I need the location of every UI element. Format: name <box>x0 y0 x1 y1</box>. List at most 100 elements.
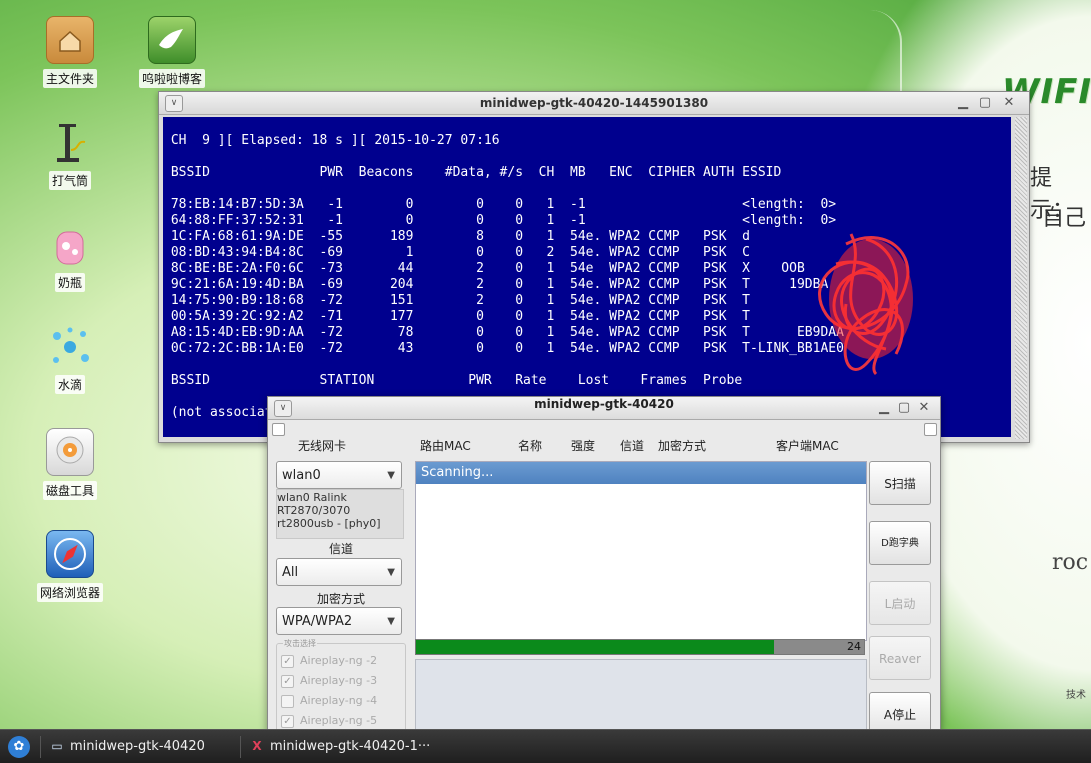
attack-group-title: 攻击选择 <box>283 638 317 649</box>
redaction-scribble <box>818 233 913 376</box>
attack-option[interactable]: ✓ Aireplay-ng -3 <box>281 674 377 688</box>
terminal-scrollbar[interactable] <box>1015 117 1027 439</box>
corner-checkbox-left[interactable] <box>272 423 285 436</box>
progress-value: 24 <box>847 640 861 653</box>
chevron-down-icon: ▼ <box>387 616 395 627</box>
terminal-line: CH 9 ][ Elapsed: 18 s ][ 2015-10-27 07:1… <box>163 133 500 148</box>
launch-button[interactable]: L启动 <box>869 581 931 625</box>
chevron-down-icon: ▼ <box>387 567 395 578</box>
desktop-icon-label: 主文件夹 <box>42 69 97 88</box>
progress-fill <box>416 640 775 654</box>
home-folder-icon <box>46 16 94 64</box>
taskbar-item-label: minidwep-gtk-40420 <box>70 739 205 754</box>
minidwep-window[interactable]: ∨ minidwep-gtk-40420 ▁ ▢ ✕ 无线网卡 路由MAC 名称… <box>267 396 941 734</box>
checkbox-icon[interactable]: ✓ <box>281 714 294 728</box>
adapter-info: wlan0 Ralink RT2870/3070 rt2800usb - [ph… <box>276 489 404 539</box>
checkbox-icon[interactable]: ✓ <box>281 674 294 688</box>
wallpaper-rock-text: roc <box>1052 550 1089 575</box>
adapter-info-line: wlan0 Ralink <box>277 491 347 504</box>
window-menu-icon[interactable]: ∨ <box>165 95 183 112</box>
minimize-icon[interactable]: ▁ <box>955 95 971 110</box>
desktop-icon-label: 水滴 <box>54 375 85 394</box>
attack-option[interactable]: ✓ Aireplay-ng -2 <box>281 654 377 668</box>
taskbar-item[interactable]: X minidwep-gtk-40420-1··· <box>246 734 456 760</box>
minidwep-titlebar[interactable]: ∨ minidwep-gtk-40420 ▁ ▢ ✕ <box>268 397 940 420</box>
desktop-icon-label: 奶瓶 <box>54 273 85 292</box>
checkbox-icon[interactable]: ✓ <box>281 654 294 668</box>
network-list[interactable]: Scanning... <box>415 461 867 641</box>
compass-icon <box>46 530 94 578</box>
header-strength: 强度 <box>571 439 596 453</box>
adapter-select-value: wlan0 <box>282 468 321 483</box>
desktop-icon-water[interactable]: 水滴 <box>30 324 110 394</box>
desktop-icon-label: 磁盘工具 <box>42 481 97 500</box>
terminal-line: BSSID PWR Beacons #Data, #/s CH MB ENC C… <box>163 165 782 180</box>
channel-select[interactable]: All ▼ <box>276 558 402 586</box>
attack-option-label: Aireplay-ng -4 <box>300 694 378 707</box>
attack-option[interactable]: ✓ Aireplay-ng -5 <box>281 714 377 728</box>
header-channel: 信道 <box>620 439 645 453</box>
attack-option-label: Aireplay-ng -2 <box>300 654 378 667</box>
channel-select-value: All <box>282 565 299 580</box>
window-menu-icon[interactable]: ∨ <box>274 400 292 417</box>
attack-option-label: Aireplay-ng -3 <box>300 674 378 687</box>
disk-icon <box>46 428 94 476</box>
desktop-icon-label: 打气筒 <box>48 171 91 190</box>
window-icon: ▭ <box>51 739 63 753</box>
chevron-down-icon: ▼ <box>387 470 395 481</box>
header-adapter: 无线网卡 <box>298 439 347 453</box>
checkbox-icon[interactable] <box>281 694 294 708</box>
baby-bottle-icon <box>47 222 93 268</box>
encryption-label: 加密方式 <box>316 592 365 606</box>
pump-icon <box>47 120 93 166</box>
attack-group: 攻击选择 ✓ Aireplay-ng -2 ✓ Aireplay-ng -3 Air… <box>276 638 406 733</box>
desktop-icon-disk[interactable]: 磁盘工具 <box>30 428 110 500</box>
terminal-title: minidwep-gtk-40420-1445901380 <box>479 96 709 110</box>
adapter-info-line: RT2870/3070 <box>277 504 351 517</box>
attack-option-label: Aireplay-ng -5 <box>300 714 378 727</box>
desktop-icon-bottle[interactable]: 奶瓶 <box>30 222 110 292</box>
desktop-icon-pump[interactable]: 打气筒 <box>30 120 110 190</box>
list-item[interactable]: Scanning... <box>416 462 866 484</box>
corner-checkbox-right[interactable] <box>924 423 937 436</box>
desktop-icon-label: 呜啦啦博客 <box>138 69 205 88</box>
desktop-icon-home[interactable]: 主文件夹 <box>30 16 110 88</box>
stop-button[interactable]: A停止 <box>869 692 931 733</box>
encryption-select-value: WPA/WPA2 <box>282 614 353 629</box>
scan-button[interactable]: S扫描 <box>869 461 931 505</box>
terminal-titlebar[interactable]: ∨ minidwep-gtk-40420-1445901380 ▁ ▢ ✕ <box>159 92 1029 115</box>
dictionary-button[interactable]: D跑字典 <box>869 521 931 565</box>
close-icon[interactable]: ✕ <box>1001 95 1017 110</box>
header-name: 名称 <box>518 439 543 453</box>
minimize-icon[interactable]: ▁ <box>876 400 892 415</box>
minidwep-title: minidwep-gtk-40420 <box>534 397 674 411</box>
terminal-line: 78:EB:14:B7:5D:3A -1 0 0 0 1 -1 <length:… <box>163 197 837 212</box>
adapter-info-line: rt2800usb - [phy0] <box>277 517 381 530</box>
taskbar-separator <box>240 736 241 758</box>
taskbar-item[interactable]: ▭ minidwep-gtk-40420 <box>46 734 236 760</box>
adapter-select[interactable]: wlan0 ▼ <box>276 461 402 489</box>
desktop-icon-label: 网络浏览器 <box>36 583 103 602</box>
encryption-select[interactable]: WPA/WPA2 ▼ <box>276 607 402 635</box>
close-icon[interactable]: ✕ <box>916 400 932 415</box>
maximize-icon[interactable]: ▢ <box>896 400 912 415</box>
desktop-icon-browser[interactable]: 网络浏览器 <box>30 530 110 602</box>
header-client-mac: 客户端MAC <box>776 439 839 453</box>
taskbar-separator <box>40 736 41 758</box>
attack-option[interactable]: Aireplay-ng -4 <box>281 694 377 708</box>
header-router-mac: 路由MAC <box>420 439 471 453</box>
taskbar: ✿ ▭ minidwep-gtk-40420 X minidwep-gtk-40… <box>0 729 1091 763</box>
log-area[interactable] <box>415 659 867 733</box>
wallpaper-small-text: 技术 <box>1066 690 1086 701</box>
taskbar-item-label: minidwep-gtk-40420-1··· <box>270 739 431 754</box>
maximize-icon[interactable]: ▢ <box>977 95 993 110</box>
desktop-icon-blog[interactable]: 呜啦啦博客 <box>132 16 212 88</box>
scan-progress-bar: 24 <box>415 639 865 655</box>
wallpaper-tip-text-2: 自己 <box>1042 206 1087 231</box>
start-menu-icon[interactable]: ✿ <box>8 736 30 758</box>
reaver-button[interactable]: Reaver <box>869 636 931 680</box>
channel-label: 信道 <box>328 542 353 556</box>
header-encryption: 加密方式 <box>658 439 707 453</box>
